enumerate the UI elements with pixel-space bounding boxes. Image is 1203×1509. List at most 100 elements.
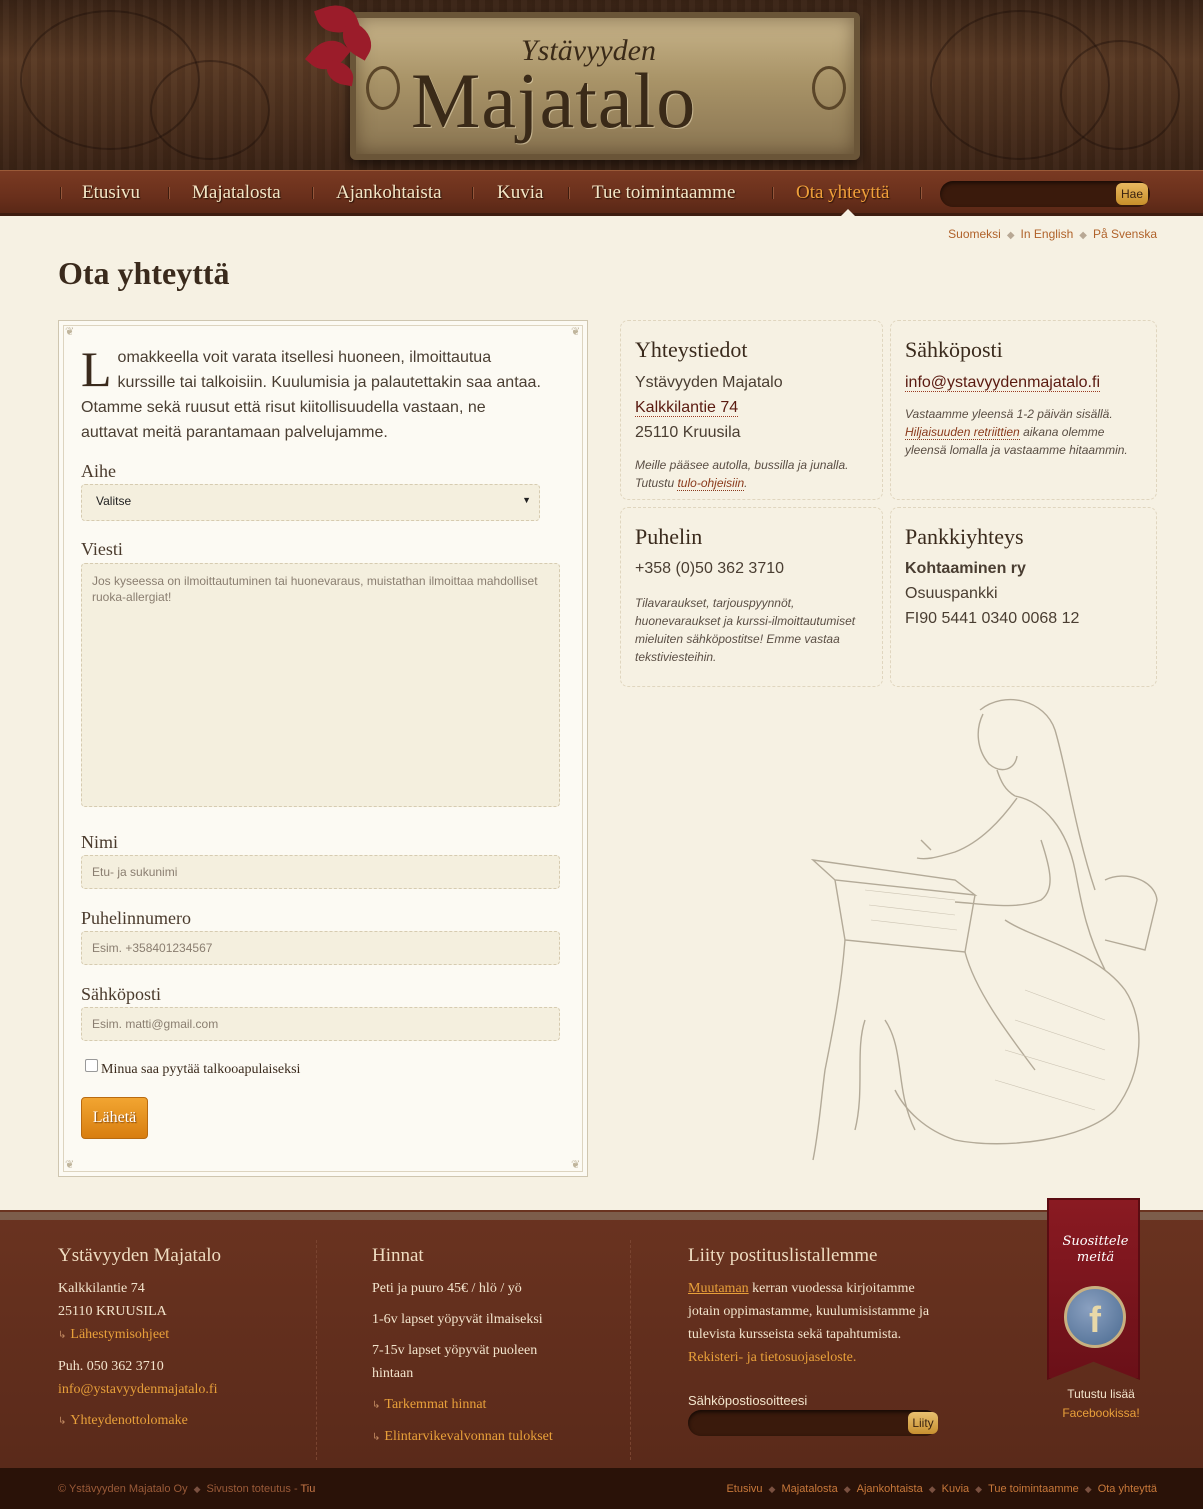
join-button[interactable]: Liity <box>908 1412 938 1434</box>
footer-prices: Hinnat Peti ja puuro 45€ / hlö / yö 1-6v… <box>372 1245 612 1449</box>
footer-nav-majatalosta[interactable]: Majatalosta <box>781 1483 837 1495</box>
contact-form-link[interactable]: Yhteydenottolomake <box>70 1413 187 1428</box>
email-card: Sähköposti info@ystavyydenmajatalo.fi Va… <box>890 320 1157 500</box>
email-placeholder: Esim. matti@gmail.com <box>92 1017 219 1031</box>
card-title: Yhteystiedot <box>635 337 748 362</box>
active-indicator <box>840 209 856 217</box>
ribbon-line: meitä <box>1076 1250 1115 1265</box>
nav-item-ajankohtaista[interactable]: Ajankohtaista <box>336 182 442 204</box>
main-nav: Etusivu Majatalosta Ajankohtaista Kuvia … <box>0 170 1203 217</box>
lang-finnish[interactable]: Suomeksi <box>948 227 1001 241</box>
footer-nav-ota-yhteytta[interactable]: Ota yhteyttä <box>1098 1483 1157 1495</box>
corner-ornament-icon: ❦ <box>571 1159 581 1171</box>
email-link[interactable]: info@ystavyydenmajatalo.fi <box>905 374 1100 392</box>
drop-cap: L <box>81 341 112 397</box>
footer-nav-tue-toimintaamme[interactable]: Tue toimintaamme <box>988 1483 1079 1495</box>
org-name: Ystävyyden Majatalo <box>635 374 783 391</box>
separator-icon: ◆ <box>1079 230 1087 241</box>
price-line: hintaan <box>372 1366 414 1381</box>
volunteer-checkbox[interactable] <box>85 1059 98 1072</box>
language-switcher: Suomeksi ◆ In English ◆ På Svenska <box>948 227 1157 241</box>
lang-swedish[interactable]: På Svenska <box>1093 227 1157 241</box>
footer-nav-etusivu[interactable]: Etusivu <box>726 1483 762 1495</box>
nav-item-kuvia[interactable]: Kuvia <box>497 182 543 204</box>
credit-link[interactable]: Tiu <box>300 1483 315 1495</box>
ornament-icon <box>812 66 846 110</box>
separator-icon: ◆ <box>193 1484 201 1494</box>
arrow-icon: ↳ <box>372 1400 381 1411</box>
separator-icon: ◆ <box>975 1484 983 1494</box>
site-logo[interactable]: Ystävyyden Majatalo <box>350 12 860 160</box>
footer-nav-ajankohtaista[interactable]: Ajankohtaista <box>857 1483 923 1495</box>
address-link[interactable]: Kalkkilantie 74 <box>635 399 739 417</box>
footer-nav-kuvia[interactable]: Kuvia <box>942 1483 970 1495</box>
facebook-more: Tutustu lisää Facebookissa! <box>1040 1385 1162 1423</box>
nav-item-majatalosta[interactable]: Majatalosta <box>192 182 281 204</box>
message-textarea[interactable]: Jos kyseessa on ilmoittautuminen tai huo… <box>81 563 560 807</box>
footer-title: Liity postituslistallemme <box>688 1245 878 1266</box>
email-note-line: yleensä lomalla ja vastaamme hitaammin. <box>905 443 1128 457</box>
travel-note: Meille pääsee autolla, bussilla ja junal… <box>635 456 848 492</box>
submit-button[interactable]: Lähetä <box>81 1097 148 1139</box>
price-line: Peti ja puuro 45€ / hlö / yö <box>372 1281 522 1296</box>
directions-link[interactable]: tulo-ohjeisiin <box>677 476 745 491</box>
footer-street: Kalkkilantie 74 <box>58 1281 145 1296</box>
logo-title: Majatalo <box>411 57 697 144</box>
footer-scallop <box>0 1204 1203 1218</box>
nav-separator <box>312 187 314 199</box>
nav-item-etusivu[interactable]: Etusivu <box>82 182 140 204</box>
site-header: Ystävyyden Majatalo <box>0 0 1203 170</box>
retreat-link[interactable]: Hiljaisuuden retriittien <box>905 425 1020 440</box>
search-input[interactable] <box>950 185 1110 203</box>
detailed-prices-link[interactable]: Tarkemmat hinnat <box>384 1397 486 1412</box>
intro-text: omakkeella voit varata itsellesi huoneen… <box>81 349 541 441</box>
nav-item-ota-yhteytta[interactable]: Ota yhteyttä <box>796 182 889 204</box>
subject-select[interactable]: Valitse ▼ <box>81 484 540 521</box>
message-placeholder: Jos kyseessa on ilmoittautuminen tai huo… <box>92 574 538 604</box>
card-title: Sähköposti <box>905 337 1003 362</box>
footer-title: Hinnat <box>372 1245 424 1266</box>
name-placeholder: Etu- ja sukunimi <box>92 865 178 879</box>
separator-icon: ◆ <box>768 1484 776 1494</box>
ribbon-line: Suosittele <box>1062 1234 1129 1249</box>
newsletter-text: jotain oppimastamme, kuulumisistamme ja <box>688 1304 930 1319</box>
footer-title: Ystävyyden Majatalo <box>58 1245 222 1266</box>
name-label: Nimi <box>81 832 119 852</box>
facebook-link[interactable]: Facebookissa! <box>1040 1404 1162 1423</box>
nav-separator <box>920 187 922 199</box>
newsletter-sample-link[interactable]: Muutaman <box>688 1281 749 1296</box>
name-input[interactable]: Etu- ja sukunimi <box>81 855 560 889</box>
phone-label: Puhelinnumero <box>81 908 191 928</box>
phone-note-line: huonevaraukset ja kurssi-ilmoittautumise… <box>635 614 856 628</box>
phone-placeholder: Esim. +358401234567 <box>92 941 213 955</box>
newsletter-email-label: Sähköpostiosoitteesi <box>688 1393 808 1408</box>
corner-ornament-icon: ❦ <box>65 326 75 338</box>
corner-ornament-icon: ❦ <box>65 1159 75 1171</box>
directions-link[interactable]: Lähestymisohjeet <box>70 1327 169 1342</box>
phone-input[interactable]: Esim. +358401234567 <box>81 931 560 965</box>
volunteer-checkbox-label[interactable]: Minua saa pyytää talkooapulaiseksi <box>101 1062 300 1078</box>
nav-separator <box>168 187 170 199</box>
footer-email-link[interactable]: info@ystavyydenmajatalo.fi <box>58 1382 217 1397</box>
food-inspection-link[interactable]: Elintarvikevalvonnan tulokset <box>384 1429 552 1444</box>
arrow-icon: ↳ <box>58 1416 67 1427</box>
nav-separator <box>60 187 62 199</box>
contact-info-card: Yhteystiedot Ystävyyden Majatalo Kalkkil… <box>620 320 883 500</box>
facebook-icon[interactable]: f <box>1064 1286 1126 1348</box>
separator-icon: ◆ <box>843 1484 851 1494</box>
newsletter-field <box>688 1410 938 1436</box>
lang-english[interactable]: In English <box>1021 227 1074 241</box>
nav-item-tue-toimintaamme[interactable]: Tue toimintaamme <box>592 182 735 204</box>
separator-icon: ◆ <box>1084 1484 1092 1494</box>
iban: FI90 5441 0340 0068 12 <box>905 610 1080 627</box>
email-input[interactable]: Esim. matti@gmail.com <box>81 1007 560 1041</box>
phone-note: Tilavaraukset, tarjouspyynnöt, huonevara… <box>635 594 855 666</box>
subject-value: Valitse <box>96 494 132 508</box>
footer-divider <box>316 1240 317 1460</box>
separator-icon: ◆ <box>928 1484 936 1494</box>
search-button[interactable]: Hae <box>1116 183 1148 205</box>
privacy-link[interactable]: Rekisteri- ja tietosuojaseloste. <box>688 1350 856 1365</box>
newsletter-email-input[interactable] <box>698 1414 898 1432</box>
arrow-icon: ↳ <box>58 1330 67 1341</box>
recommend-ribbon: Suosittele meitä f <box>1047 1198 1140 1380</box>
